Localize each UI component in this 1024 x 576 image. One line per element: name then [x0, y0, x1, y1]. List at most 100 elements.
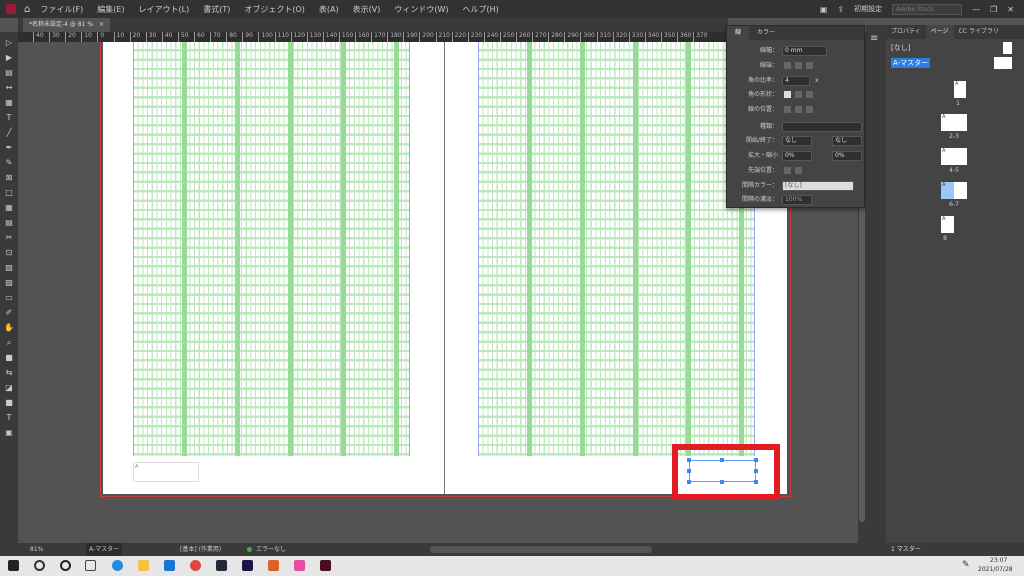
page-selector[interactable]: A-マスター	[86, 543, 123, 556]
close-icon[interactable]: ✕	[1007, 5, 1014, 14]
task-view-icon[interactable]	[85, 560, 96, 571]
menu-window[interactable]: ウィンドウ(W)	[394, 4, 448, 15]
davinci-icon[interactable]	[216, 560, 227, 571]
page-thumb-2-3[interactable]: A	[941, 114, 967, 131]
zoom-level[interactable]: 81%	[30, 543, 43, 556]
master-a[interactable]: A-マスター	[891, 58, 931, 68]
pen-tool-icon[interactable]: ✒	[4, 143, 14, 153]
page-tool-icon[interactable]: ▤	[4, 68, 14, 78]
minimize-icon[interactable]: —	[972, 5, 980, 14]
line-tool-icon[interactable]: ╱	[4, 128, 14, 138]
swap-tool-icon[interactable]: ⇆	[4, 368, 14, 378]
rectangle-frame-tool-icon[interactable]: ⊠	[4, 173, 14, 183]
align-inside-icon[interactable]	[795, 106, 802, 113]
stock-search-input[interactable]: Adobe Stock	[892, 3, 963, 15]
type-dropdown[interactable]	[782, 122, 862, 132]
stroke-panel-icon[interactable]: ≡	[870, 33, 882, 44]
scale-end-field[interactable]: 0%	[832, 151, 862, 161]
page-thumb-4-5[interactable]: A	[941, 148, 967, 165]
direct-selection-tool-icon[interactable]: ▶	[4, 53, 14, 63]
horizontal-scrollbar[interactable]	[430, 546, 652, 553]
tab-stroke[interactable]: 線	[727, 26, 750, 40]
tip-inside-icon[interactable]	[795, 167, 802, 174]
page-thumb-1[interactable]: A	[954, 81, 966, 98]
horizontal-grid-tool-icon[interactable]: ▤	[4, 218, 14, 228]
cap-round-icon[interactable]	[795, 62, 802, 69]
content-collector-tool-icon[interactable]: ▦	[4, 98, 14, 108]
menu-type[interactable]: 書式(T)	[203, 4, 230, 15]
gap-tint-field[interactable]: 100%	[782, 195, 812, 205]
gradient-feather-tool-icon[interactable]: ▧	[4, 278, 14, 288]
preflight-errors[interactable]: エラーなし	[256, 543, 286, 556]
master-a-thumb[interactable]	[994, 57, 1012, 69]
creative-cloud-icon[interactable]	[294, 560, 305, 571]
clock-time[interactable]: 23:07	[990, 557, 1007, 564]
tab-pages[interactable]: ページ	[925, 25, 954, 39]
rectangle-tool-icon[interactable]: □	[4, 188, 14, 198]
end-dropdown[interactable]: なし	[832, 136, 862, 146]
format-tool-icon[interactable]: T	[4, 413, 14, 423]
default-colors-tool-icon[interactable]: ◪	[4, 383, 14, 393]
apply-color-tool-icon[interactable]: ■	[4, 398, 14, 408]
preflight-profile[interactable]: [基本] (作業用)	[180, 543, 221, 556]
tab-cc-libraries[interactable]: CC ライブラリ	[954, 25, 1004, 39]
text-frame-left[interactable]: A	[133, 462, 199, 482]
page-left[interactable]	[103, 42, 444, 494]
pencil-tool-icon[interactable]: ✎	[4, 158, 14, 168]
tip-extend-icon[interactable]	[784, 167, 791, 174]
gradient-swatch-tool-icon[interactable]: ▨	[4, 263, 14, 273]
menu-object[interactable]: オブジェクト(O)	[244, 4, 305, 15]
join-round-icon[interactable]	[795, 91, 802, 98]
document-tab[interactable]: *名称未設定-4 @ 81 % ×	[23, 18, 111, 32]
master-none[interactable]: [なし]	[891, 43, 910, 53]
align-outside-icon[interactable]	[806, 106, 813, 113]
publish-icon[interactable]: ▣	[820, 5, 828, 14]
free-transform-tool-icon[interactable]: ⊡	[4, 248, 14, 258]
type-tool-icon[interactable]: T	[4, 113, 14, 123]
join-miter-icon[interactable]	[784, 91, 791, 98]
screen-mode-tool-icon[interactable]: ▣	[4, 428, 14, 438]
menu-edit[interactable]: 編集(E)	[97, 4, 124, 15]
zoom-tool-icon[interactable]: ⌕	[4, 338, 14, 348]
home-icon[interactable]: ⌂	[24, 4, 30, 15]
premiere-icon[interactable]	[242, 560, 253, 571]
indesign-icon[interactable]	[320, 560, 331, 571]
mail-icon[interactable]	[164, 560, 175, 571]
cap-square-icon[interactable]	[806, 62, 813, 69]
hand-tool-icon[interactable]: ✋	[4, 323, 14, 333]
menu-help[interactable]: ヘルプ(H)	[462, 4, 498, 15]
gap-color-dropdown[interactable]: [なし]	[782, 181, 854, 191]
page-thumb-8[interactable]: A	[941, 216, 954, 233]
edge-icon[interactable]	[112, 560, 123, 571]
menu-file[interactable]: ファイル(F)	[40, 4, 83, 15]
page-thumb-6-7[interactable]: A	[941, 182, 967, 199]
menu-table[interactable]: 表(A)	[319, 4, 339, 15]
note-tool-icon[interactable]: ▭	[4, 293, 14, 303]
selection-tool-icon[interactable]: ▷	[4, 38, 14, 48]
tab-properties[interactable]: プロパティ	[886, 25, 926, 39]
weight-field[interactable]: 0 mm	[782, 46, 827, 56]
miter-field[interactable]: 4	[782, 76, 810, 86]
explorer-icon[interactable]	[138, 560, 149, 571]
windows-start-icon[interactable]	[8, 560, 19, 571]
scissors-tool-icon[interactable]: ✂	[4, 233, 14, 243]
workspace-switcher[interactable]: 初期設定	[854, 4, 882, 14]
eyedropper-tool-icon[interactable]: ✐	[4, 308, 14, 318]
master-none-thumb[interactable]	[1003, 42, 1012, 54]
share-icon[interactable]: ⇪	[837, 5, 844, 14]
tab-close-icon[interactable]: ×	[99, 18, 104, 32]
grid-tool-icon[interactable]: ▦	[4, 203, 14, 213]
chrome-icon[interactable]	[190, 560, 201, 571]
search-icon[interactable]	[34, 560, 45, 571]
menu-layout[interactable]: レイアウト(L)	[139, 4, 190, 15]
align-center-icon[interactable]	[784, 106, 791, 113]
scale-start-field[interactable]: 0%	[782, 151, 812, 161]
start-dropdown[interactable]: なし	[782, 136, 812, 146]
clock-date[interactable]: 2021/07/28	[978, 566, 1013, 573]
cortana-icon[interactable]	[60, 560, 71, 571]
restore-icon[interactable]: ❐	[990, 5, 997, 14]
menu-view[interactable]: 表示(V)	[353, 4, 381, 15]
pen-icon[interactable]: ✎	[962, 560, 970, 570]
join-bevel-icon[interactable]	[806, 91, 813, 98]
tab-color[interactable]: カラー	[749, 26, 783, 40]
